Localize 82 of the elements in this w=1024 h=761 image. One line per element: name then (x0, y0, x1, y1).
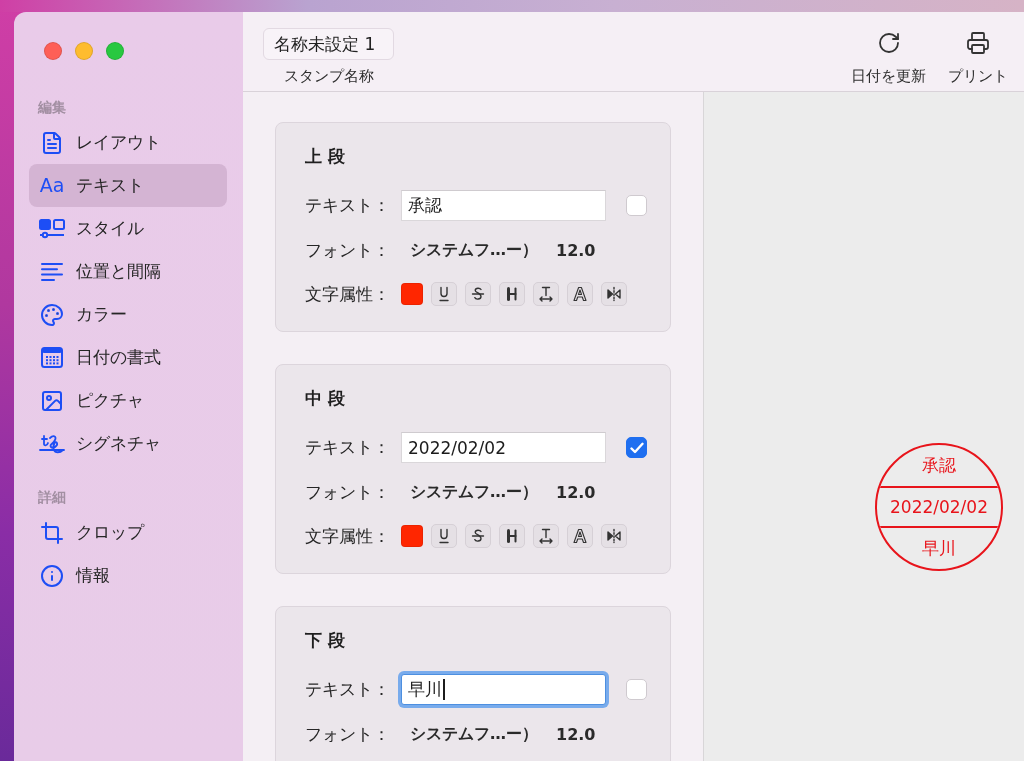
section-title: 中 段 (305, 387, 345, 410)
font-name-text: システムフ…ー） (410, 481, 538, 503)
palette-icon (40, 302, 64, 327)
sidebar-item[interactable]: クロップ (29, 511, 227, 554)
checkbox[interactable] (626, 437, 647, 458)
row-label: フォント： (305, 722, 391, 746)
row-label: フォント： (305, 480, 391, 504)
color-swatch[interactable] (401, 525, 423, 547)
stamp-text: 2022/02/02 (890, 497, 988, 517)
sidebar-section-title: 詳細 (38, 488, 66, 507)
underline-button[interactable] (431, 282, 457, 306)
row-label: テキスト： (305, 678, 391, 701)
calendar-icon (41, 347, 63, 368)
checkbox[interactable] (626, 195, 647, 216)
font-name-text: システムフ…ー） (410, 239, 538, 261)
strikethrough-button[interactable] (465, 524, 491, 548)
section-title: 下 段 (305, 629, 345, 652)
letter-h-button[interactable] (499, 282, 525, 306)
flip-horizontal-icon (606, 528, 622, 544)
picture-icon (40, 388, 64, 413)
outline-letter-icon (572, 286, 588, 302)
sidebar-item[interactable]: Aa テキスト (29, 164, 227, 207)
stamp-name-field[interactable]: 名称未設定 1 (263, 28, 394, 60)
flip-button[interactable] (601, 282, 627, 306)
field-label: スタンプ名称 (283, 66, 374, 86)
strikethrough-button[interactable] (465, 282, 491, 306)
refresh-icon (876, 31, 901, 55)
font-name-text: システムフ…ー） (410, 723, 538, 745)
checkbox[interactable] (626, 679, 647, 700)
underline-icon (436, 286, 452, 302)
flip-horizontal-icon (606, 286, 622, 302)
font-size-text: 12.0 (556, 482, 596, 502)
row-label: テキスト： (305, 194, 391, 217)
row-label: 文字属性： (305, 282, 391, 306)
crop-icon (40, 520, 64, 545)
letter-h-button[interactable] (499, 524, 525, 548)
font-size-text: 12.0 (556, 240, 596, 260)
font-size-text: 12.0 (556, 724, 596, 744)
outline-letter-icon (572, 528, 588, 544)
signature-icon (38, 432, 66, 455)
outline-letter-button[interactable] (567, 524, 593, 548)
sidebar-section-title: 編集 (38, 98, 66, 117)
toolbar-button[interactable]: プリント (948, 28, 1008, 86)
row-label: 文字属性： (305, 524, 391, 548)
flip-button[interactable] (601, 524, 627, 548)
sidebar-item[interactable]: 日付の書式 (29, 336, 227, 379)
sidebar-item[interactable]: スタイル (29, 207, 227, 250)
layout-blocks-icon (39, 218, 65, 239)
text-input-field[interactable]: 2022/02/02 (401, 432, 606, 463)
color-swatch[interactable] (401, 283, 423, 305)
checkmark-icon (629, 441, 644, 454)
stamp-text: 早川 (922, 539, 956, 558)
sidebar-item[interactable]: 情報 (29, 554, 227, 597)
row-label: テキスト： (305, 436, 391, 459)
document-icon (40, 130, 64, 155)
print-icon (966, 31, 990, 55)
stamp-text: 承認 (922, 456, 956, 475)
row-label: フォント： (305, 238, 391, 262)
sidebar-item[interactable]: ピクチャ (29, 379, 227, 422)
underline-button[interactable] (431, 524, 457, 548)
info-icon (40, 563, 64, 588)
text-width-button[interactable] (533, 282, 559, 306)
underline-icon (436, 528, 452, 544)
letter-h-icon (504, 286, 520, 302)
sidebar-item[interactable]: 位置と間隔 (29, 250, 227, 293)
text-input-field[interactable]: 早川 (401, 674, 606, 705)
text-cursor-icon (443, 679, 445, 700)
toolbar-button[interactable]: 日付を更新 (851, 28, 926, 86)
letter-h-icon (504, 528, 520, 544)
strikethrough-icon (470, 528, 486, 544)
strikethrough-icon (470, 286, 486, 302)
text-width-icon (538, 528, 554, 544)
sidebar-item[interactable]: シグネチャ (29, 422, 227, 465)
sidebar-item[interactable]: レイアウト (29, 121, 227, 164)
text-width-icon (538, 286, 554, 302)
text-format-icon: Aa (39, 176, 65, 195)
outline-letter-button[interactable] (567, 282, 593, 306)
align-left-icon (41, 262, 63, 281)
text-input-field[interactable]: 承認 (401, 190, 606, 221)
sidebar-item[interactable]: カラー (29, 293, 227, 336)
section-title: 上 段 (305, 145, 345, 168)
text-width-button[interactable] (533, 524, 559, 548)
